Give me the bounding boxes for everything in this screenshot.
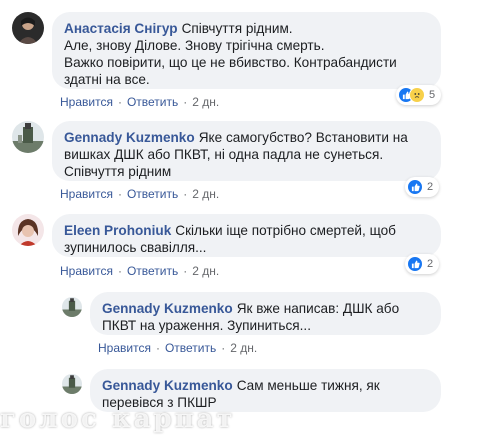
comment-author[interactable]: Gennady Kuzmenko — [64, 130, 195, 145]
comment-bubble: Анастасія Снігур Співчуття рідним. Але, зн… — [52, 12, 441, 89]
timestamp[interactable]: 2 дн. — [192, 264, 219, 278]
reply-button[interactable]: Ответить — [127, 187, 178, 201]
reaction-summary[interactable]: 2 — [405, 254, 440, 274]
sad-icon — [409, 87, 425, 103]
reaction-count: 2 — [427, 181, 434, 193]
reply-author[interactable]: Gennady Kuzmenko — [102, 378, 233, 393]
avatar[interactable] — [12, 12, 44, 44]
reply-button[interactable]: Ответить — [165, 341, 216, 355]
reaction-count: 2 — [427, 258, 434, 270]
comment-actions: Нравится · Ответить · 2 дн. — [60, 264, 220, 278]
like-button[interactable]: Нравится — [60, 187, 113, 201]
like-icon — [407, 256, 423, 272]
like-icon — [407, 179, 423, 195]
like-button[interactable]: Нравится — [98, 341, 151, 355]
comment-bubble: Gennady Kuzmenko Яке самогубство? Встанов… — [52, 121, 441, 181]
avatar[interactable] — [12, 121, 44, 153]
reply-button[interactable]: Ответить — [127, 264, 178, 278]
reaction-summary[interactable]: 2 — [405, 177, 440, 197]
avatar[interactable] — [62, 374, 82, 394]
like-button[interactable]: Нравится — [60, 95, 113, 109]
timestamp[interactable]: 2 дн. — [192, 187, 219, 201]
like-button[interactable]: Нравится — [60, 264, 113, 278]
reply-actions: Нравится · Ответить · 2 дн. — [98, 341, 258, 355]
watermark: голос карпат — [0, 404, 236, 434]
reaction-count: 5 — [429, 89, 436, 101]
comment-author[interactable]: Анастасія Снігур — [64, 21, 178, 36]
comment-bubble: Eleen Prohoniuk Скільки іще потрібно смер… — [52, 214, 441, 257]
comment-actions: Нравится · Ответить · 2 дн. — [60, 187, 220, 201]
avatar[interactable] — [62, 297, 82, 317]
comment-author[interactable]: Eleen Prohoniuk — [64, 223, 171, 238]
timestamp[interactable]: 2 дн. — [230, 341, 257, 355]
avatar[interactable] — [12, 214, 44, 246]
reply-bubble: Gennady Kuzmenko Як вже написав: ДШК або … — [90, 292, 441, 335]
comment-actions: Нравится · Ответить · 2 дн. — [60, 95, 220, 109]
reply-author[interactable]: Gennady Kuzmenko — [102, 301, 233, 316]
reaction-summary[interactable]: 5 — [396, 85, 442, 105]
timestamp[interactable]: 2 дн. — [192, 95, 219, 109]
reply-button[interactable]: Ответить — [127, 95, 178, 109]
